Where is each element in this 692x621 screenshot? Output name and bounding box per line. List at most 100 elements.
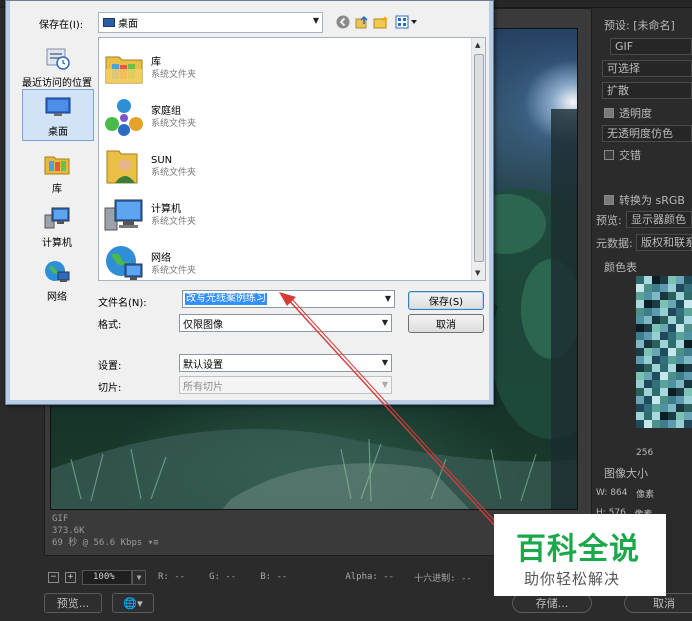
color-swatch[interactable] (652, 372, 660, 380)
color-swatch[interactable] (636, 380, 644, 388)
color-swatch[interactable] (684, 356, 692, 364)
color-swatch[interactable] (668, 348, 676, 356)
dialog-save-button[interactable]: 保存(S) (408, 291, 484, 310)
color-swatch[interactable] (660, 380, 668, 388)
color-swatch[interactable] (636, 276, 644, 284)
color-swatch[interactable] (652, 276, 660, 284)
color-swatch[interactable] (660, 404, 668, 412)
matte-select[interactable]: 无透明度仿色 (602, 125, 692, 142)
color-swatch[interactable] (644, 396, 652, 404)
color-swatch[interactable] (644, 404, 652, 412)
color-swatch[interactable] (652, 316, 660, 324)
color-swatch[interactable] (676, 396, 684, 404)
list-item[interactable]: 计算机 系统文件夹 (103, 191, 463, 239)
color-swatch[interactable] (676, 364, 684, 372)
color-swatch[interactable] (652, 300, 660, 308)
color-swatch[interactable] (668, 420, 676, 428)
color-swatch[interactable] (668, 332, 676, 340)
color-swatch[interactable] (644, 332, 652, 340)
color-swatch[interactable] (660, 348, 668, 356)
color-swatch[interactable] (660, 324, 668, 332)
color-swatch[interactable] (676, 316, 684, 324)
color-swatch[interactable] (684, 404, 692, 412)
color-swatch[interactable] (636, 292, 644, 300)
chevron-down-icon[interactable]: ▼ (382, 358, 388, 367)
color-swatch[interactable] (644, 364, 652, 372)
menu-icon[interactable]: ▾≡ (148, 538, 159, 548)
color-swatch[interactable] (652, 308, 660, 316)
color-swatch[interactable] (676, 348, 684, 356)
transparency-checkbox[interactable] (604, 108, 614, 118)
color-swatch[interactable] (652, 404, 660, 412)
convert-srgb-checkbox[interactable] (604, 195, 614, 205)
color-swatch[interactable] (644, 412, 652, 420)
list-item[interactable]: 库 系统文件夹 (103, 44, 463, 92)
color-swatch[interactable] (652, 356, 660, 364)
color-swatch[interactable] (636, 316, 644, 324)
color-swatch[interactable] (668, 372, 676, 380)
color-swatch[interactable] (636, 388, 644, 396)
dialog-cancel-button[interactable]: 取消 (408, 314, 484, 333)
color-swatch[interactable] (660, 388, 668, 396)
color-swatch[interactable] (644, 356, 652, 364)
color-swatch[interactable] (636, 284, 644, 292)
interlaced-option[interactable]: 交错 (604, 146, 641, 164)
place-network[interactable]: 网络 (18, 253, 96, 305)
zoom-level-field[interactable]: 100% (82, 569, 132, 585)
color-swatch[interactable] (668, 412, 676, 420)
color-swatch[interactable] (668, 388, 676, 396)
color-swatch[interactable] (684, 388, 692, 396)
color-swatch[interactable] (652, 324, 660, 332)
settings-select[interactable]: 默认设置 ▼ (179, 354, 392, 372)
chevron-down-icon[interactable]: ▼ (385, 294, 391, 303)
color-swatch[interactable] (636, 372, 644, 380)
color-swatch[interactable] (636, 356, 644, 364)
color-swatch[interactable] (636, 404, 644, 412)
color-swatch[interactable] (660, 396, 668, 404)
color-swatch[interactable] (660, 356, 668, 364)
color-swatch[interactable] (668, 316, 676, 324)
zoom-in-button[interactable]: + (65, 571, 76, 583)
color-swatch[interactable] (636, 308, 644, 316)
color-swatch[interactable] (652, 348, 660, 356)
color-swatch[interactable] (636, 340, 644, 348)
color-swatch[interactable] (660, 332, 668, 340)
color-swatch[interactable] (684, 420, 692, 428)
metadata-select[interactable]: 版权和联系 (636, 234, 692, 251)
color-swatch[interactable] (644, 300, 652, 308)
new-folder-icon[interactable] (373, 14, 389, 30)
color-swatch[interactable] (636, 300, 644, 308)
place-computer[interactable]: 计算机 (18, 199, 96, 251)
color-swatch[interactable] (636, 324, 644, 332)
preview-select[interactable]: 显示器颜色 (626, 211, 692, 228)
scroll-down-icon[interactable]: ▼ (475, 269, 480, 277)
color-swatch[interactable] (684, 396, 692, 404)
color-swatch[interactable] (676, 308, 684, 316)
color-reduction-select[interactable]: 可选择 (602, 60, 692, 77)
color-swatch[interactable] (684, 412, 692, 420)
back-icon[interactable] (335, 14, 351, 30)
chevron-down-icon[interactable]: ▼ (132, 569, 146, 585)
dither-select[interactable]: 扩散 (602, 82, 692, 99)
color-swatch[interactable] (652, 340, 660, 348)
color-swatch[interactable] (660, 372, 668, 380)
color-swatch[interactable] (652, 412, 660, 420)
zoom-out-button[interactable]: − (48, 571, 59, 583)
color-swatch[interactable] (676, 300, 684, 308)
color-swatch[interactable] (676, 380, 684, 388)
color-swatch[interactable] (660, 292, 668, 300)
color-swatch[interactable] (636, 396, 644, 404)
color-swatch[interactable] (660, 284, 668, 292)
format-select[interactable]: GIF (610, 38, 692, 55)
color-swatch[interactable] (660, 300, 668, 308)
color-table[interactable] (636, 276, 692, 430)
save-button[interactable]: 存储... (512, 593, 592, 613)
color-swatch[interactable] (684, 380, 692, 388)
color-swatch[interactable] (644, 292, 652, 300)
color-swatch[interactable] (652, 380, 660, 388)
filename-field[interactable]: 改写光线案例练习 ▼ (182, 290, 395, 308)
color-swatch[interactable] (668, 356, 676, 364)
color-swatch[interactable] (676, 356, 684, 364)
color-swatch[interactable] (644, 276, 652, 284)
color-swatch[interactable] (668, 364, 676, 372)
